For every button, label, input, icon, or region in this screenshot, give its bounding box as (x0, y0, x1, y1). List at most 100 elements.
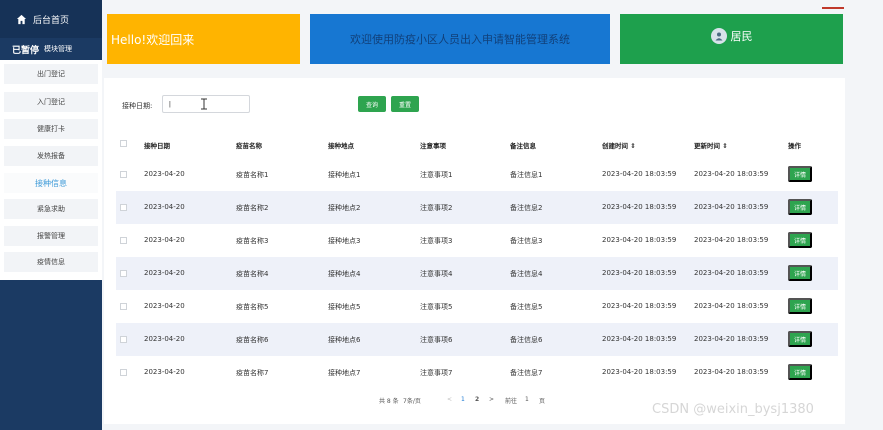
welcome-text: Hello!欢迎回来 (111, 32, 195, 47)
row-checkbox[interactable] (120, 336, 127, 343)
avatar (710, 28, 727, 44)
query-button[interactable]: 查询 (358, 96, 386, 112)
cell-updated: 2023-04-20 18:03:59 (694, 203, 769, 211)
sidebar-item-label: 报警管理 (37, 232, 65, 240)
sidebar-item-exit-register[interactable]: 出门登记 (4, 64, 98, 84)
row-checkbox[interactable] (120, 369, 127, 376)
cell-notes: 注意事项2 (420, 204, 453, 212)
sidebar-item-label: 出门登记 (37, 70, 65, 78)
row-checkbox[interactable] (120, 237, 127, 244)
reset-button[interactable]: 重置 (391, 96, 419, 112)
cell-location: 接种地点1 (328, 171, 361, 179)
sidebar-item-health-checkin[interactable]: 健康打卡 (4, 119, 98, 139)
cell-created: 2023-04-20 18:03:59 (602, 368, 677, 376)
cell-updated: 2023-04-20 18:03:59 (694, 368, 769, 376)
cell-updated: 2023-04-20 18:03:59 (694, 236, 769, 244)
cell-notes: 注意事项5 (420, 303, 453, 311)
role-label: 居民 (730, 30, 753, 43)
cell-vaccine: 疫苗名称5 (236, 303, 269, 311)
pager-prev-button[interactable]: < (447, 396, 452, 403)
sidebar-item-alarm[interactable]: 报警管理 (4, 226, 98, 246)
table-row: 2023-04-20 疫苗名称5 接种地点5 注意事项5 备注信息5 2023-… (116, 290, 838, 323)
sidebar: 后台首页 已暂停 模块管理 出门登记 入门登记 健康打卡 发热报备 接种信息 紧… (0, 0, 102, 430)
table-row: 2023-04-20 疫苗名称6 接种地点6 注意事项6 备注信息6 2023-… (116, 323, 838, 356)
table-header: 接种日期 疫苗名称 接种地点 注意事项 备注信息 创建时间 ⇕ 更新时间 ⇕ 操… (116, 134, 838, 154)
cell-notes: 注意事项3 (420, 237, 453, 245)
table-row: 2023-04-20 疫苗名称7 接种地点7 注意事项7 备注信息7 2023-… (116, 356, 838, 389)
detail-button[interactable]: 详情 (788, 265, 812, 281)
detail-button[interactable]: 详情 (788, 364, 812, 380)
column-header-vaccine: 疫苗名称 (236, 142, 262, 150)
home-link[interactable]: 后台首页 (0, 0, 102, 38)
cell-remarks: 备注信息7 (510, 369, 543, 377)
cell-remarks: 备注信息4 (510, 270, 543, 278)
sidebar-item-entry-register[interactable]: 入门登记 (4, 92, 98, 112)
column-header-date: 接种日期 (144, 142, 170, 150)
cell-created: 2023-04-20 18:03:59 (602, 236, 677, 244)
pager-total: 共 8 条 (379, 398, 399, 405)
text-cursor-icon (201, 98, 207, 110)
cell-vaccine: 疫苗名称6 (236, 336, 269, 344)
row-checkbox[interactable] (120, 270, 127, 277)
cell-remarks: 备注信息3 (510, 237, 543, 245)
role-banner: 居民 (620, 14, 843, 64)
column-header-location: 接种地点 (328, 142, 354, 150)
detail-button[interactable]: 详情 (788, 166, 812, 182)
pager-size-select[interactable]: 7条/页 (403, 396, 421, 405)
cell-remarks: 备注信息5 (510, 303, 543, 311)
welcome-banner: Hello!欢迎回来 (107, 14, 300, 64)
sidebar-item-label: 接种信息 (35, 178, 67, 188)
row-checkbox[interactable] (120, 204, 127, 211)
cell-remarks: 备注信息2 (510, 204, 543, 212)
row-checkbox[interactable] (120, 303, 127, 310)
cell-date: 2023-04-20 (144, 170, 185, 178)
detail-button[interactable]: 详情 (788, 232, 812, 248)
cell-created: 2023-04-20 18:03:59 (602, 203, 677, 211)
cell-date: 2023-04-20 (144, 236, 185, 244)
cell-remarks: 备注信息6 (510, 336, 543, 344)
detail-button[interactable]: 详情 (788, 199, 812, 215)
sidebar-item-emergency-help[interactable]: 紧急求助 (4, 199, 98, 219)
cell-vaccine: 疫苗名称4 (236, 270, 269, 278)
cell-updated: 2023-04-20 18:03:59 (694, 335, 769, 343)
sidebar-item-fever-report[interactable]: 发热报备 (4, 146, 98, 166)
system-title: 欢迎使用防疫小区人员出入申请智能管理系统 (350, 33, 570, 46)
cell-date: 2023-04-20 (144, 302, 185, 310)
column-header-updated[interactable]: 更新时间 ⇕ (694, 140, 728, 150)
detail-button[interactable]: 详情 (788, 331, 812, 347)
cell-location: 接种地点4 (328, 270, 361, 278)
column-header-remarks: 备注信息 (510, 142, 536, 150)
main-panel: 接种日期: 查询 重置 接种日期 疫苗名称 接种地点 注意事项 备注信息 创建时… (104, 78, 845, 424)
module-label: 模块管理 (44, 45, 73, 53)
pager-goto-input[interactable]: 1 (525, 396, 529, 403)
system-banner: 欢迎使用防疫小区人员出入申请智能管理系统 (310, 14, 610, 64)
user-icon (715, 32, 722, 41)
sidebar-item-label: 紧急求助 (37, 205, 65, 213)
pager-next-button[interactable]: > (489, 396, 494, 403)
sidebar-item-label: 疫情信息 (37, 258, 65, 266)
select-all-checkbox[interactable] (120, 140, 127, 147)
row-checkbox[interactable] (120, 171, 127, 178)
sidebar-item-epidemic-info[interactable]: 疫情信息 (4, 252, 98, 272)
detail-button[interactable]: 详情 (788, 298, 812, 314)
cell-vaccine: 疫苗名称3 (236, 237, 269, 245)
sidebar-item-label: 健康打卡 (37, 125, 65, 133)
module-prefix: 已暂停 (12, 45, 40, 56)
cell-date: 2023-04-20 (144, 368, 185, 376)
cell-vaccine: 疫苗名称7 (236, 369, 269, 377)
home-icon (16, 14, 27, 24)
column-header-notes: 注意事项 (420, 142, 446, 150)
table-row: 2023-04-20 疫苗名称4 接种地点4 注意事项4 备注信息4 2023-… (116, 257, 838, 290)
sidebar-menu: 出门登记 入门登记 健康打卡 发热报备 接种信息 紧急求助 报警管理 疫情信息 (0, 60, 102, 280)
column-header-created[interactable]: 创建时间 ⇕ (602, 140, 636, 150)
pager-page-1[interactable]: 1 (461, 396, 465, 403)
cell-location: 接种地点3 (328, 237, 361, 245)
cell-created: 2023-04-20 18:03:59 (602, 170, 677, 178)
cell-location: 接种地点2 (328, 204, 361, 212)
cell-vaccine: 疫苗名称2 (236, 204, 269, 212)
cell-updated: 2023-04-20 18:03:59 (694, 170, 769, 178)
cell-location: 接种地点7 (328, 369, 361, 377)
pager-page-2[interactable]: 2 (475, 396, 479, 403)
cell-created: 2023-04-20 18:03:59 (602, 302, 677, 310)
sidebar-item-vaccination[interactable]: 接种信息 (4, 173, 98, 193)
